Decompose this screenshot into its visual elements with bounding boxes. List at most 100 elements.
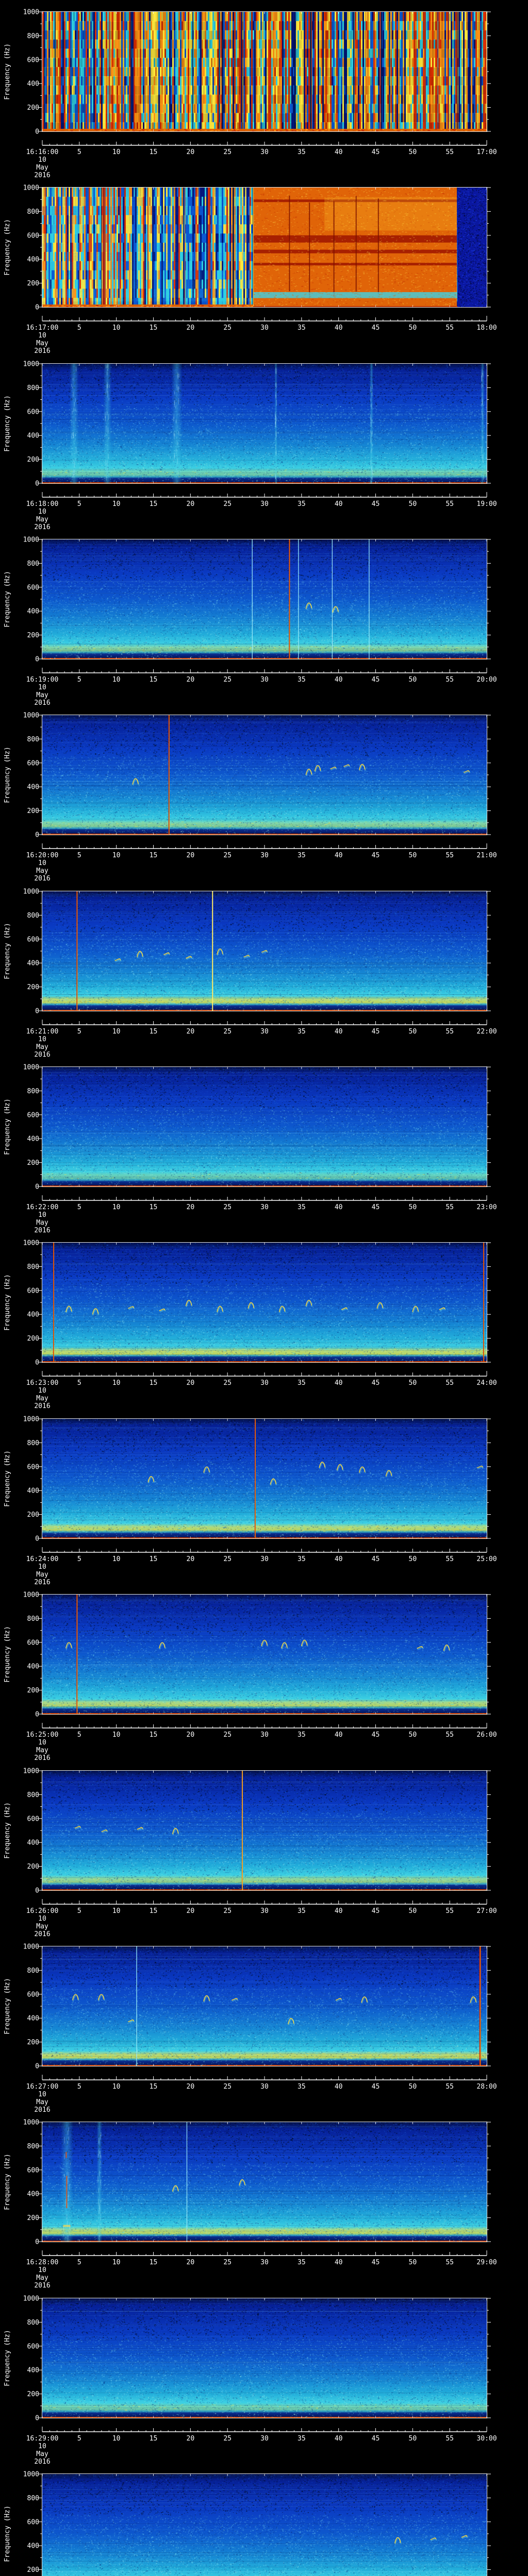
y-tick-label: 0: [35, 1887, 39, 1895]
x-tick-label: 10: [112, 2435, 121, 2443]
x-tick-label: 50: [409, 1907, 417, 1915]
y-tick-label: 600: [27, 1463, 39, 1471]
panel-start-time: 16:20:00: [26, 852, 59, 859]
panel-date-line: May: [36, 164, 48, 172]
x-tick-label: 15: [150, 1028, 158, 1036]
x-tick-label: 40: [335, 1731, 343, 1739]
x-tick-label: 55: [446, 1907, 454, 1915]
spectrogram-canvas-16-21-00: [42, 891, 487, 1011]
x-tick-label: 25: [223, 324, 232, 332]
panel-date-line: 10: [38, 1739, 46, 1747]
x-tick-label: 35: [298, 1204, 306, 1211]
x-tick-label: 30: [260, 1731, 269, 1739]
y-tick-label: 600: [27, 1111, 39, 1119]
x-tick-label: 55: [446, 2259, 454, 2266]
panel-start-time: 16:27:00: [26, 2083, 59, 2091]
x-tick-label: 55: [446, 148, 454, 156]
panel-date-line: May: [36, 2098, 48, 2106]
y-axis-label: Frequency (Hz): [4, 1978, 11, 2035]
x-tick-label: 10: [112, 1204, 121, 1211]
spectrogram-canvas-16-19-00: [42, 539, 487, 659]
panel-end-time: 23:00: [476, 1204, 497, 1211]
y-tick-label: 200: [27, 104, 39, 112]
panel-start-time: 16:24:00: [26, 1555, 59, 1563]
y-tick-label: 1000: [23, 2471, 39, 2479]
x-tick-label: 5: [77, 1907, 81, 1915]
x-tick-label: 50: [409, 1731, 417, 1739]
y-tick-label: 800: [27, 1967, 39, 1975]
x-tick-label: 45: [372, 148, 380, 156]
x-tick-label: 20: [187, 148, 195, 156]
x-tick-label: 55: [446, 1379, 454, 1387]
y-tick-label: 400: [27, 2367, 39, 2375]
panel-date-line: May: [36, 340, 48, 347]
y-tick-label: 600: [27, 1815, 39, 1823]
x-tick-label: 50: [409, 148, 417, 156]
x-tick-label: 45: [372, 852, 380, 859]
panel-date-line: May: [36, 1219, 48, 1227]
x-tick-label: 15: [150, 500, 158, 508]
spectrogram-canvas-16-22-00: [42, 1067, 487, 1187]
y-tick-label: 200: [27, 2391, 39, 2398]
y-tick-label: 0: [35, 656, 39, 664]
panel-start-time: 16:23:00: [26, 1379, 59, 1387]
panel-date-line: May: [36, 1923, 48, 1930]
y-tick-label: 800: [27, 2495, 39, 2502]
y-axis-label: Frequency (Hz): [4, 1098, 11, 1155]
x-tick-label: 5: [77, 324, 81, 332]
panel-date-line: 2016: [34, 2106, 50, 2114]
x-tick-label: 25: [223, 2259, 232, 2266]
y-tick-label: 800: [27, 736, 39, 743]
spectrogram-canvas-16-25-00: [42, 1595, 487, 1714]
panel-end-time: 29:00: [476, 2259, 497, 2266]
panel-date-line: 2016: [34, 172, 50, 179]
y-tick-label: 1000: [23, 1416, 39, 1423]
x-tick-label: 45: [372, 1555, 380, 1563]
panel-start-time: 16:17:00: [26, 324, 59, 332]
y-tick-label: 0: [35, 1359, 39, 1367]
x-tick-label: 5: [77, 1555, 81, 1563]
x-tick-label: 15: [150, 324, 158, 332]
x-tick-label: 10: [112, 676, 121, 684]
y-tick-label: 200: [27, 984, 39, 991]
panel-date-line: May: [36, 2274, 48, 2282]
y-tick-label: 800: [27, 560, 39, 568]
panel-date-line: 2016: [34, 1930, 50, 1938]
x-tick-label: 35: [298, 2259, 306, 2266]
y-tick-label: 800: [27, 1439, 39, 1447]
y-tick-label: 600: [27, 2166, 39, 2174]
panel-end-time: 19:00: [476, 500, 497, 508]
y-tick-label: 400: [27, 2543, 39, 2550]
panel-end-time: 24:00: [476, 1379, 497, 1387]
x-tick-label: 25: [223, 148, 232, 156]
spectrogram-canvas-16-29-00: [42, 2298, 487, 2418]
y-tick-label: 400: [27, 2191, 39, 2198]
panel-start-time: 16:22:00: [26, 1204, 59, 1211]
panel-date-line: 2016: [34, 347, 50, 355]
y-tick-label: 600: [27, 584, 39, 591]
y-tick-label: 400: [27, 1839, 39, 1847]
panel-date-line: 2016: [34, 699, 50, 707]
y-tick-label: 1000: [23, 1943, 39, 1951]
panel-date-line: May: [36, 691, 48, 699]
x-tick-label: 50: [409, 1204, 417, 1211]
x-tick-label: 35: [298, 1907, 306, 1915]
y-tick-label: 1000: [23, 536, 39, 544]
x-tick-label: 40: [335, 1204, 343, 1211]
y-axis-label: Frequency (Hz): [4, 747, 11, 803]
panel-date-line: 10: [38, 2091, 46, 2098]
y-axis-label: Frequency (Hz): [4, 219, 11, 276]
y-tick-label: 600: [27, 759, 39, 767]
x-tick-label: 5: [77, 1204, 81, 1211]
x-tick-label: 25: [223, 2083, 232, 2091]
x-tick-label: 15: [150, 676, 158, 684]
panel-date-line: 10: [38, 859, 46, 867]
y-tick-label: 1000: [23, 1768, 39, 1775]
y-tick-label: 0: [35, 1711, 39, 1719]
y-axis-label: Frequency (Hz): [4, 2330, 11, 2386]
y-tick-label: 0: [35, 1008, 39, 1015]
x-tick-label: 55: [446, 852, 454, 859]
spectrogram-figure: 0 200 400 600 800 1000 Frequency (Hz) 5 10 15 20 25…: [0, 0, 528, 2576]
panel-start-time: 16:16:00: [26, 148, 59, 156]
panel-end-time: 18:00: [476, 324, 497, 332]
